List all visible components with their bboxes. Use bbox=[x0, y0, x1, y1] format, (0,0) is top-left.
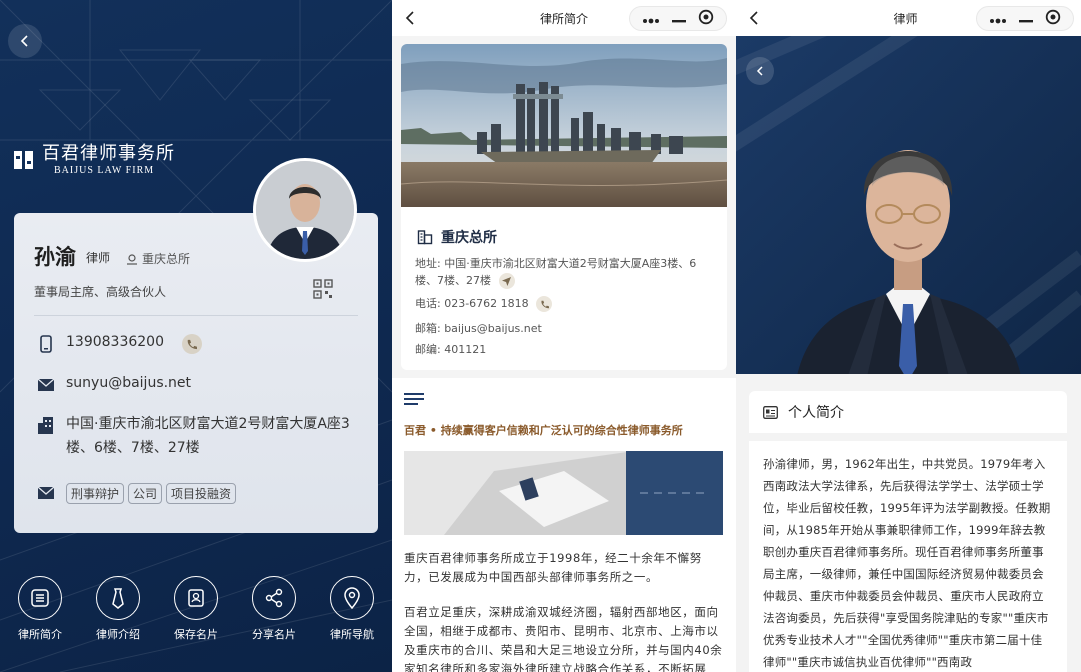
topbar: 律所简介 bbox=[392, 0, 736, 36]
bio-heading-text: 个人简介 bbox=[788, 405, 844, 421]
mobile-phone-icon bbox=[38, 335, 54, 353]
nav-share-card[interactable]: 分享名片 bbox=[244, 576, 304, 642]
office-postcode: 邮编: 401121 bbox=[415, 343, 487, 356]
nav-label: 律所简介 bbox=[18, 628, 62, 641]
more-dots-icon[interactable] bbox=[642, 9, 660, 28]
contact-card-icon bbox=[174, 576, 218, 620]
business-card-screen: 百君律师事务所 BAIJUS LAW FIRM 孙渝 律师 重庆总所 董事局主席… bbox=[0, 0, 392, 672]
qr-code-icon[interactable] bbox=[313, 279, 333, 299]
office-phone[interactable]: 电话: 023-6762 1818 bbox=[415, 295, 715, 312]
office-heading: 重庆总所 bbox=[417, 227, 497, 247]
nav-label: 保存名片 bbox=[174, 628, 218, 641]
navigation-arrow-icon bbox=[502, 276, 511, 286]
tie-icon bbox=[96, 576, 140, 620]
article-headline: 百君 • 持续赢得客户信赖和广泛认可的综合性律师事务所 bbox=[404, 424, 683, 437]
topbar: 律师 bbox=[736, 0, 1081, 36]
nav-lawyer-intro[interactable]: 律师介绍 bbox=[88, 576, 148, 642]
bio-heading: 个人简介 bbox=[749, 391, 1067, 433]
share-icon bbox=[252, 576, 296, 620]
lawyer-card: 孙渝 律师 重庆总所 董事局主席、高级合伙人 13908336200 sunyu… bbox=[14, 213, 378, 533]
phone-handset-icon bbox=[541, 300, 549, 308]
menu-lines-icon bbox=[404, 393, 424, 405]
building-icon bbox=[38, 416, 54, 434]
bio-text: 孙渝律师，男，1962年出生，中共党员。1979年考入西南政法大学法律系，先后获… bbox=[763, 457, 1051, 669]
list-icon bbox=[18, 576, 62, 620]
lawyer-detail-screen: 律师 个人简介 孙渝律师，男，1962年出生，中共党员。1979年考入西南政法大… bbox=[736, 0, 1081, 672]
mail-icon bbox=[38, 376, 54, 394]
office-name: 重庆总所 bbox=[142, 252, 191, 266]
call-button[interactable] bbox=[181, 334, 202, 354]
nav-label: 分享名片 bbox=[252, 628, 296, 641]
practice-tag: 项目投融资 bbox=[166, 483, 237, 504]
card-divider bbox=[34, 315, 358, 316]
mail-tag-icon bbox=[38, 484, 54, 502]
firm-article: 百君 • 持续赢得客户信赖和广泛认可的综合性律师事务所 重庆百君律师事务所成立于… bbox=[392, 378, 736, 672]
call-button[interactable] bbox=[536, 296, 553, 312]
building-outline-icon bbox=[417, 230, 433, 245]
office-address[interactable]: 地址: 中国·重庆市渝北区财富大道2号财富大厦A座3楼、6楼、7楼、27楼 bbox=[415, 255, 715, 289]
address-text[interactable]: 中国·重庆市渝北区财富大道2号财富大厦A座3楼、6楼、7楼、27楼 bbox=[66, 412, 356, 460]
nav-label: 律所导航 bbox=[330, 628, 374, 641]
email-address[interactable]: sunyu@baijus.net bbox=[66, 375, 191, 391]
practice-tag: 公司 bbox=[128, 483, 163, 504]
office-address-text: 地址: 中国·重庆市渝北区财富大道2号财富大厦A座3楼、6楼、7楼、27楼 bbox=[415, 257, 697, 287]
chevron-left-icon bbox=[756, 66, 763, 76]
lawyer-avatar bbox=[253, 158, 357, 262]
address-row[interactable]: 中国·重庆市渝北区财富大道2号财富大厦A座3楼、6楼、7楼、27楼 bbox=[38, 415, 368, 460]
practice-tag: 刑事辩护 bbox=[66, 483, 125, 504]
city-skyline-photo bbox=[401, 44, 727, 208]
phone-handset-icon bbox=[188, 339, 198, 349]
lawyer-portrait-photo bbox=[736, 36, 1081, 381]
profile-card-icon bbox=[763, 405, 778, 419]
firm-brochure-image bbox=[404, 451, 723, 535]
phone-row[interactable]: 13908336200 bbox=[38, 334, 202, 354]
location-pin-icon bbox=[330, 576, 374, 620]
close-target-icon[interactable] bbox=[698, 9, 714, 29]
office-phone-text: 电话: 023-6762 1818 bbox=[415, 297, 529, 310]
location-icon bbox=[127, 253, 137, 265]
lawyer-position: 董事局主席、高级合伙人 bbox=[34, 285, 167, 299]
minimize-icon[interactable] bbox=[1019, 9, 1033, 28]
firm-intro-screen: 律所简介 重庆总所 地址: 中国·重庆市渝北区财富大道2号财富大厦A座3楼、6楼… bbox=[392, 0, 736, 672]
back-button[interactable] bbox=[8, 24, 42, 58]
minimize-icon[interactable] bbox=[672, 9, 686, 28]
nav-label: 律师介绍 bbox=[96, 628, 140, 641]
bottom-action-bar: 律所简介 律师介绍 保存名片 分享名片 律所导航 bbox=[0, 576, 392, 642]
practice-areas-row: 刑事辩护 公司 项目投融资 bbox=[38, 483, 240, 504]
nav-firm-intro[interactable]: 律所简介 bbox=[10, 576, 70, 642]
email-row[interactable]: sunyu@baijus.net bbox=[38, 375, 191, 394]
mini-program-capsule bbox=[629, 6, 727, 31]
bio-section: 个人简介 孙渝律师，男，1962年出生，中共党员。1979年考入西南政法大学法律… bbox=[736, 374, 1081, 672]
nav-save-card[interactable]: 保存名片 bbox=[166, 576, 226, 642]
article-paragraph-1: 重庆百君律师事务所成立于1998年，经二十余年不懈努力，已发展成为中国西部头部律… bbox=[404, 551, 702, 584]
close-target-icon[interactable] bbox=[1045, 9, 1061, 29]
mini-program-capsule bbox=[976, 6, 1074, 31]
bio-body: 孙渝律师，男，1962年出生，中共党员。1979年考入西南政法大学法律系，先后获… bbox=[749, 441, 1067, 672]
navigate-button[interactable] bbox=[498, 273, 515, 289]
firm-logo: 百君律师事务所 BAIJUS LAW FIRM bbox=[12, 143, 175, 177]
nav-firm-navigation[interactable]: 律所导航 bbox=[322, 576, 382, 642]
lawyer-title: 律师 bbox=[86, 251, 111, 265]
more-dots-icon[interactable] bbox=[989, 9, 1007, 28]
back-button[interactable] bbox=[746, 57, 774, 85]
office-label: 重庆总所 bbox=[126, 250, 190, 267]
article-paragraph-2: 百君立足重庆，深耕成渝双城经济圈，辐射西部地区，面向全国，相继于成都市、贵阳市、… bbox=[404, 605, 723, 672]
chevron-left-icon bbox=[20, 35, 28, 47]
firm-logo-en: BAIJUS LAW FIRM bbox=[54, 165, 155, 176]
office-name: 重庆总所 bbox=[441, 230, 497, 246]
firm-logo-mark-icon bbox=[14, 151, 33, 169]
office-info-card: 重庆总所 地址: 中国·重庆市渝北区财富大道2号财富大厦A座3楼、6楼、7楼、2… bbox=[401, 207, 727, 370]
firm-logo-cn: 百君律师事务所 bbox=[42, 143, 175, 164]
phone-number[interactable]: 13908336200 bbox=[66, 334, 164, 350]
office-email[interactable]: 邮箱: baijus@baijus.net bbox=[415, 320, 715, 337]
lawyer-name: 孙渝 bbox=[34, 245, 76, 269]
